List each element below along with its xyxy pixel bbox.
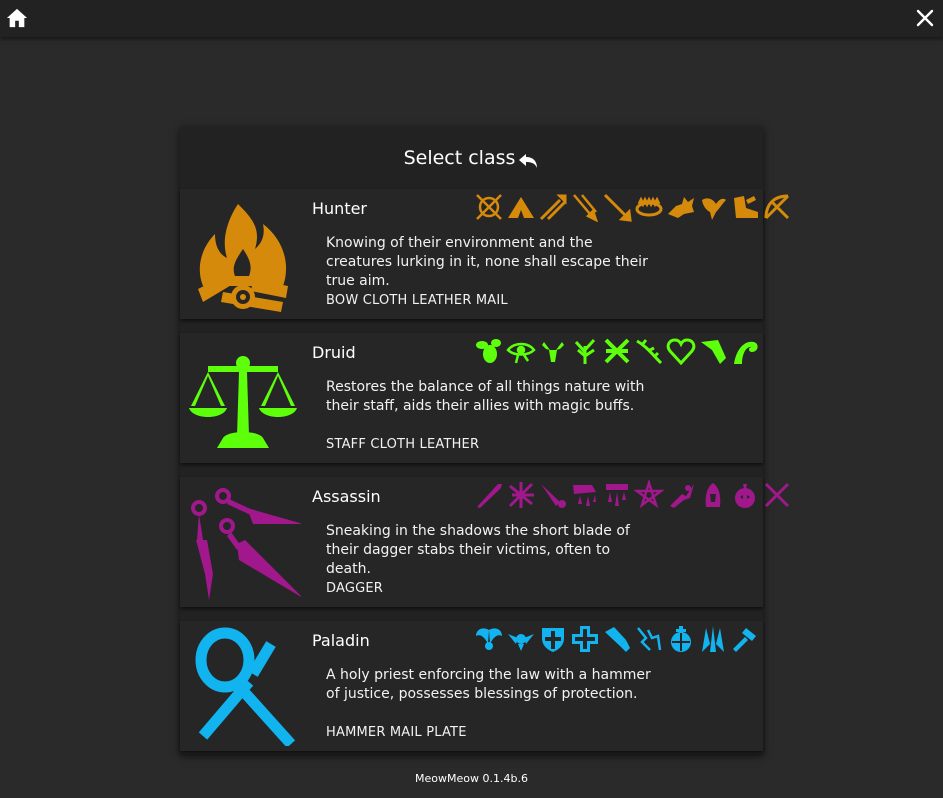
class-description: A holy priest enforcing the law with a h… [326,667,651,702]
class-card-druid[interactable]: Druid Restores the balance of all things… [180,333,763,463]
holy-burst-skill-icon[interactable] [698,624,728,654]
class-card-paladin[interactable]: Paladin A holy priest enforcing the law … [180,621,763,751]
stab-skill-icon[interactable] [538,480,568,510]
class-card-hunter[interactable]: Hunter Knowing of their environment and … [180,189,790,319]
bird-skill-icon[interactable] [698,192,728,222]
class-gear: STAFF CLOTH LEATHER [326,437,480,452]
tent-skill-icon[interactable] [506,192,536,222]
scales-icon [189,356,297,448]
skill-row [474,624,762,656]
class-select-panel: Select class Hunter Knowing of their env… [180,127,790,754]
dash-skill-icon[interactable] [666,480,696,510]
winged-emblem-skill-icon[interactable] [506,624,536,654]
pentagram-skill-icon[interactable] [634,480,664,510]
skill-row [474,336,762,368]
class-gear: DAGGER [326,581,384,596]
close-icon[interactable] [915,8,935,28]
class-name: Hunter [312,199,368,218]
top-bar [0,0,943,37]
campfire-icon [198,204,288,312]
tree-skill-icon[interactable] [570,336,600,366]
stag-skill-icon[interactable] [538,336,568,366]
class-description: Restores the balance of all things natur… [326,379,645,414]
class-name: Paladin [312,631,370,650]
ankh-icon [195,627,296,746]
boot-skill-icon[interactable] [730,192,760,222]
arrow-volley-skill-icon[interactable] [538,192,568,222]
bleed-skill-icon[interactable] [570,480,600,510]
templar-shield-skill-icon[interactable] [538,624,568,654]
arrow-skill-icon[interactable] [602,192,632,222]
class-gear: HAMMER MAIL PLATE [326,725,467,740]
slash-skill-icon[interactable] [506,480,536,510]
arrow-rain-skill-icon[interactable] [570,192,600,222]
heart-skill-icon[interactable] [666,336,696,366]
class-gear: BOW CLOTH LEATHER MAIL [326,293,508,308]
hammer-skill-icon[interactable] [730,624,760,654]
angel-wings-skill-icon[interactable] [474,624,504,654]
blade-skill-icon[interactable] [474,480,504,510]
skill-row [474,480,790,512]
bow-skill-icon[interactable] [762,192,792,222]
claw-skill-icon[interactable] [698,336,728,366]
vine-skill-icon[interactable] [634,336,664,366]
bee-skill-icon[interactable] [474,336,504,366]
orb-skill-icon[interactable] [666,624,696,654]
undo-arrow-icon[interactable] [517,151,539,169]
eye-skill-icon[interactable] [506,336,536,366]
class-description: Sneaking in the shadows the short blade … [326,523,630,577]
version-label: MeowMeow 0.1.4b.6 [415,772,528,785]
class-description: Knowing of their environment and the cre… [326,235,648,289]
crossed-daggers-skill-icon[interactable] [762,480,792,510]
class-card-assassin[interactable]: Assassin Sneaking in the shadows the sho… [180,477,790,607]
bomb-skill-icon[interactable] [730,480,760,510]
thorns-skill-icon[interactable] [602,336,632,366]
gauntlet-skill-icon[interactable] [602,624,632,654]
kunai-icon [191,488,301,600]
wolf-skill-icon[interactable] [666,192,696,222]
class-name: Druid [312,343,356,362]
wave-skill-icon[interactable] [730,336,760,366]
hood-skill-icon[interactable] [698,480,728,510]
holy-cross-skill-icon[interactable] [570,624,600,654]
panel-title: Select class [403,147,516,169]
lightning-hand-skill-icon[interactable] [634,624,664,654]
home-icon[interactable] [6,7,28,29]
skill-row [474,192,790,224]
class-name: Assassin [312,487,381,506]
bear-trap-skill-icon[interactable] [634,192,664,222]
poison-skill-icon[interactable] [602,480,632,510]
crosshair-skill-icon[interactable] [474,192,504,222]
